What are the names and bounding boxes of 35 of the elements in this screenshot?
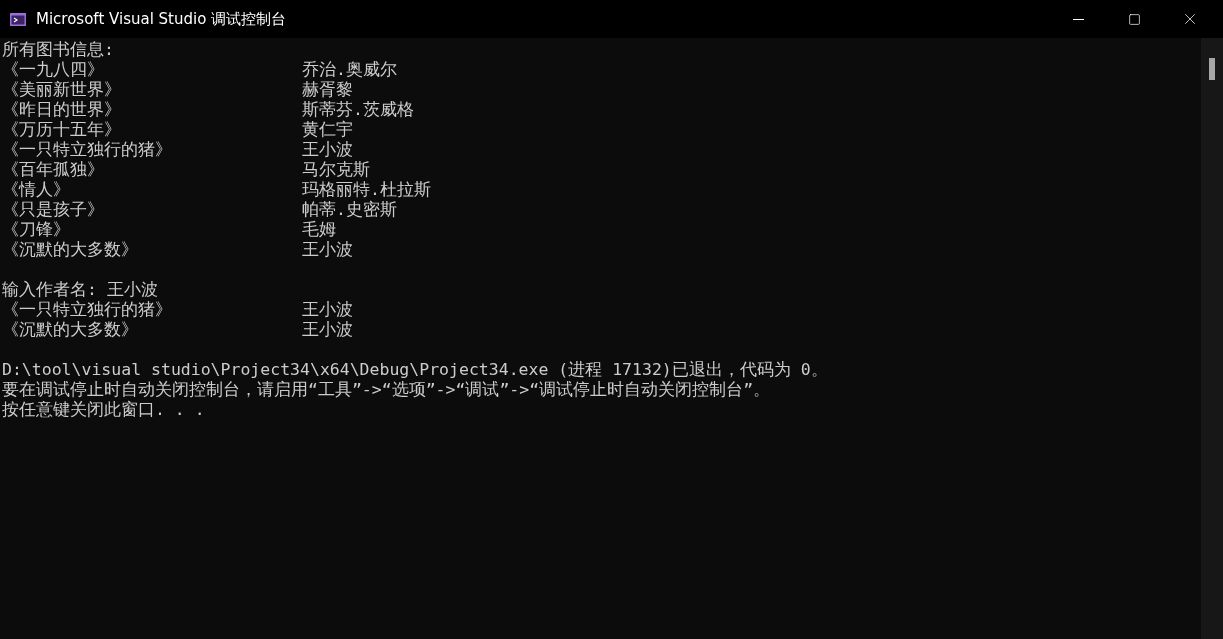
book-title: 《一九八四》	[2, 60, 105, 80]
scrollbar[interactable]	[1201, 38, 1223, 639]
console-line: 输入作者名: 王小波	[2, 280, 158, 300]
console-line: 所有图书信息:	[2, 40, 114, 60]
book-author: 王小波	[302, 240, 353, 260]
maximize-icon	[1127, 12, 1141, 26]
book-author: 玛格丽特.杜拉斯	[302, 180, 431, 200]
book-author: 乔治.奥威尔	[302, 60, 397, 80]
scrollbar-thumb[interactable]	[1209, 58, 1215, 80]
console-app-icon	[10, 12, 26, 26]
book-title: 《只是孩子》	[2, 200, 105, 220]
book-title: 《万历十五年》	[2, 120, 122, 140]
book-title: 《刀锋》	[2, 220, 71, 240]
book-title: 《沉默的大多数》	[2, 240, 139, 260]
book-author: 马尔克斯	[302, 160, 370, 180]
console-line: D:\tool\visual studio\Project34\x64\Debug\Project34.exe (进程 17132)已退出，代码为 0。	[2, 360, 828, 380]
book-title: 《美丽新世界》	[2, 80, 122, 100]
book-author: 黄仁宇	[302, 120, 353, 140]
window-title: Microsoft Visual Studio 调试控制台	[36, 8, 287, 30]
book-title: 《百年孤独》	[2, 160, 105, 180]
book-author: 斯蒂芬.茨威格	[302, 100, 414, 120]
book-author: 帕蒂.史密斯	[302, 200, 397, 220]
book-author: 毛姆	[302, 220, 336, 240]
console-line: 要在调试停止时自动关闭控制台，请启用“工具”->“选项”->“调试”->“调试停止时自动关闭控制台”。	[2, 380, 771, 400]
book-title: 《昨日的世界》	[2, 100, 122, 120]
minimize-icon	[1072, 18, 1084, 20]
book-title: 《沉默的大多数》	[2, 320, 139, 340]
book-title: 《一只特立独行的猪》	[2, 140, 173, 160]
book-title: 《情人》	[2, 180, 71, 200]
book-author: 王小波	[302, 300, 353, 320]
book-author: 赫胥黎	[302, 80, 353, 100]
console-line: 按任意键关闭此窗口. . .	[2, 400, 205, 420]
book-title: 《一只特立独行的猪》	[2, 300, 173, 320]
book-author: 王小波	[302, 140, 353, 160]
book-author: 王小波	[302, 320, 353, 340]
